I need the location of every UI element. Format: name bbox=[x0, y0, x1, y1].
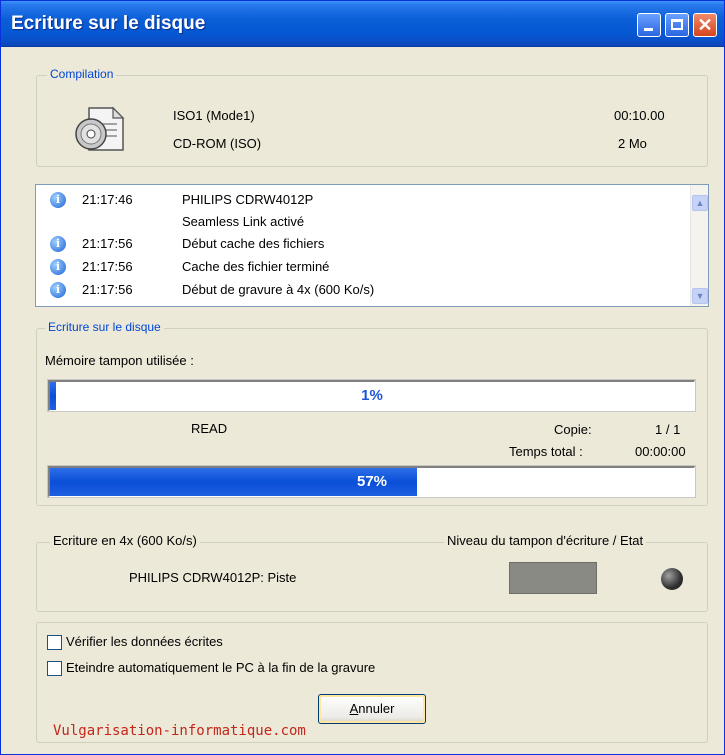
buffer-level-label: Niveau du tampon d'écriture / Etat bbox=[444, 533, 647, 548]
cd-compilation-icon bbox=[75, 106, 125, 151]
log-time: 21:17:56 bbox=[82, 236, 133, 251]
log-message: PHILIPS CDRW4012P bbox=[182, 192, 314, 207]
log-time: 21:17:56 bbox=[82, 282, 133, 297]
shutdown-label[interactable]: Eteindre automatiquement le PC à la fin … bbox=[66, 660, 375, 675]
log-message: Cache des fichier terminé bbox=[182, 259, 330, 274]
minimize-button[interactable] bbox=[637, 13, 661, 37]
list-item: i 21:17:56 Début cache des fichiers bbox=[36, 233, 676, 256]
list-item: i 21:17:56 Cache des fichier terminé bbox=[36, 256, 676, 279]
log-time: 21:17:56 bbox=[82, 259, 133, 274]
list-item: i 21:17:46 PHILIPS CDRW4012P bbox=[36, 189, 676, 212]
compilation-size: 2 Mo bbox=[618, 136, 647, 151]
compilation-group-label: Compilation bbox=[47, 67, 117, 81]
log-message: Début cache des fichiers bbox=[182, 236, 325, 251]
buffer-progress-text: 1% bbox=[361, 387, 383, 404]
info-icon: i bbox=[50, 259, 66, 275]
total-time-label: Temps total : bbox=[509, 444, 583, 459]
log-scrollbar[interactable]: ▲ ▼ bbox=[690, 185, 708, 306]
status-text: READ bbox=[191, 421, 228, 436]
compilation-format: ISO1 (Mode1) bbox=[173, 108, 255, 123]
compilation-group bbox=[36, 75, 708, 167]
verify-label[interactable]: Vérifier les données écrites bbox=[66, 634, 223, 649]
log-message: Début de gravure à 4x (600 Ko/s) bbox=[182, 282, 375, 297]
title-bar[interactable]: Ecriture sur le disque ✕ bbox=[1, 1, 724, 47]
write-progress-text: 57% bbox=[356, 473, 388, 490]
status-led-icon bbox=[661, 568, 683, 590]
buffer-label: Mémoire tampon utilisée : bbox=[45, 353, 194, 368]
copy-label: Copie: bbox=[554, 422, 592, 437]
log-time: 21:17:46 bbox=[82, 192, 133, 207]
write-progress-bar: 57% bbox=[47, 465, 696, 498]
write-buffer-level bbox=[509, 562, 597, 594]
list-item: i 21:17:56 Début de gravure à 4x (600 Ko… bbox=[36, 279, 676, 302]
total-time-value: 00:00:00 bbox=[635, 444, 686, 459]
cancel-button[interactable]: Annuler bbox=[318, 694, 426, 724]
writing-group-label: Ecriture sur le disque bbox=[45, 320, 164, 334]
log-list[interactable]: i 21:17:46 PHILIPS CDRW4012P Seamless Li… bbox=[35, 184, 709, 307]
buffer-progress-bar: 1% bbox=[47, 379, 696, 412]
list-item: Seamless Link activé bbox=[36, 211, 676, 234]
log-message: Seamless Link activé bbox=[182, 214, 305, 229]
info-icon: i bbox=[50, 282, 66, 298]
scroll-down-button[interactable]: ▼ bbox=[692, 288, 708, 304]
compilation-duration: 00:10.00 bbox=[614, 108, 665, 123]
minimize-icon bbox=[644, 28, 653, 31]
device-track: PHILIPS CDRW4012P: Piste bbox=[129, 570, 297, 585]
info-icon: i bbox=[50, 236, 66, 252]
maximize-button[interactable] bbox=[665, 13, 689, 37]
cancel-button-label: Annuler bbox=[349, 701, 395, 716]
shutdown-checkbox[interactable] bbox=[47, 661, 62, 676]
copy-value: 1 / 1 bbox=[655, 422, 681, 437]
burn-dialog: Ecriture sur le disque ✕ Compilation ISO… bbox=[0, 0, 725, 755]
maximize-icon bbox=[671, 19, 683, 30]
close-icon: ✕ bbox=[697, 15, 713, 35]
watermark-text: Vulgarisation-informatique.com bbox=[53, 723, 306, 739]
window-title: Ecriture sur le disque bbox=[11, 13, 206, 34]
close-button[interactable]: ✕ bbox=[693, 13, 717, 37]
compilation-type: CD-ROM (ISO) bbox=[173, 136, 262, 151]
scroll-up-button[interactable]: ▲ bbox=[692, 195, 708, 211]
speed-group-label: Ecriture en 4x (600 Ko/s) bbox=[50, 533, 200, 548]
verify-checkbox[interactable] bbox=[47, 635, 62, 650]
info-icon: i bbox=[50, 192, 66, 208]
